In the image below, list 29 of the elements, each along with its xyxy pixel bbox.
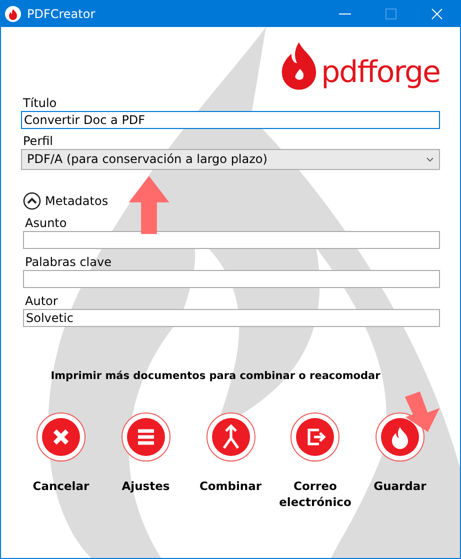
input-field[interactable] (23, 231, 440, 249)
profile-dropdown[interactable]: PDF/A (para conservación a largo plazo) (21, 149, 440, 170)
field-label: Autor (25, 293, 59, 309)
save-button[interactable] (375, 412, 425, 462)
email-button[interactable] (290, 412, 340, 462)
settings-button[interactable] (120, 412, 171, 462)
action-label: Guardar (374, 478, 426, 494)
cancel-button[interactable] (36, 412, 86, 462)
field-label: Título (23, 95, 58, 111)
caret-icon (426, 157, 434, 162)
action-label: Cancelar (32, 478, 90, 494)
close-icon[interactable] (431, 8, 443, 20)
field-label: Palabras clave (25, 254, 112, 270)
action-label: Combinar (199, 478, 262, 494)
merge-button[interactable] (206, 412, 256, 462)
hint-text: Imprimir más documentos para combinar o reacomodar (50, 370, 382, 382)
field-label: Perfil (23, 133, 54, 149)
window-title: PDFCreator (27, 7, 96, 21)
field-label: Asunto (25, 215, 68, 231)
action-label: Ajustes (122, 478, 170, 494)
logo-text: pdfforge (321, 55, 440, 91)
input-field[interactable]: Solvetic (23, 309, 440, 327)
flame-logo-icon (280, 41, 318, 91)
input-field[interactable]: Convertir Doc a PDF (21, 111, 440, 129)
app-logo-icon (5, 6, 21, 22)
section-label[interactable]: Metadatos (45, 194, 108, 208)
collapse-toggle-icon[interactable] (23, 192, 41, 210)
action-label: Correo electrónico (278, 478, 352, 510)
input-field[interactable] (23, 270, 440, 288)
